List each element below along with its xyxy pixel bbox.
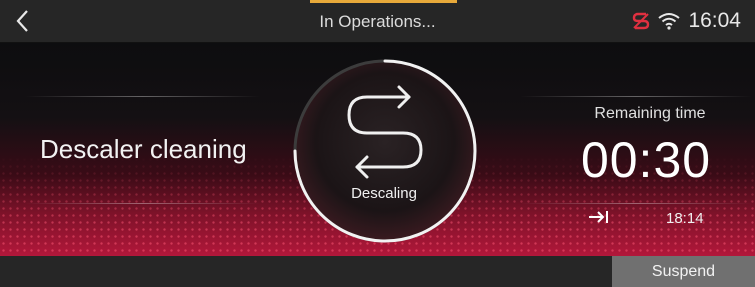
progress-dial [293, 59, 477, 243]
operation-panel: Descaler cleaning Descaling Remaining ti… [0, 43, 755, 256]
divider-right-top [520, 96, 752, 97]
remote-connect-icon [633, 12, 650, 30]
program-name: Descaler cleaning [40, 134, 247, 164]
clock-time: 16:04 [688, 9, 741, 32]
remaining-time-label: Remaining time [594, 105, 706, 122]
wifi-icon [658, 13, 681, 30]
end-time-value: 18:14 [666, 210, 704, 227]
divider-right-bottom [520, 203, 752, 204]
status-area: 16:04 [632, 8, 741, 34]
divider-left-top [25, 96, 260, 97]
remaining-time-value: 00:30 [580, 132, 712, 188]
top-bar: In Operations... 16:04 [0, 0, 755, 43]
divider-left-bottom [25, 203, 260, 204]
end-time-icon [589, 211, 608, 223]
dial-label: Descaling [351, 185, 417, 202]
title-accent-line [310, 0, 457, 3]
suspend-button[interactable]: Suspend [612, 256, 755, 287]
